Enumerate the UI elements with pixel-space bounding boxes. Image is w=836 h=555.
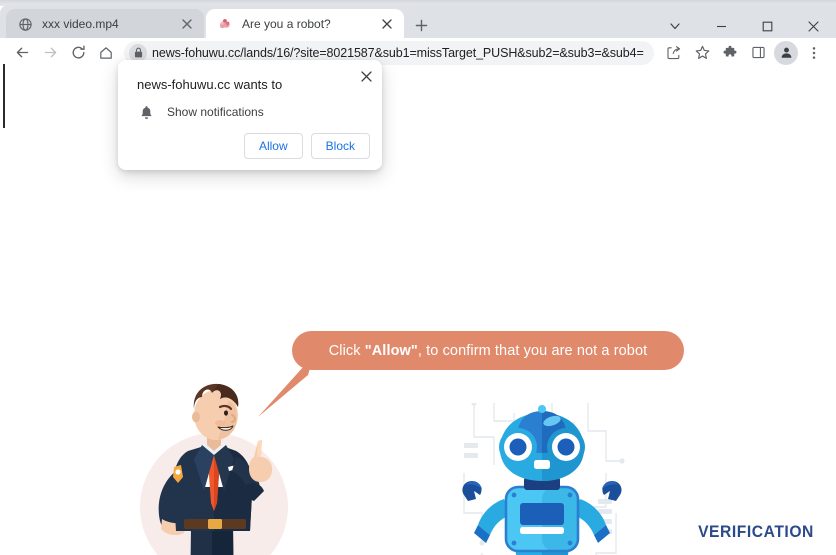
block-button[interactable]: Block	[310, 133, 370, 159]
tab-title: xxx video.mp4	[42, 17, 119, 31]
speech-bubble: Click "Allow", to confirm that you are n…	[292, 331, 684, 370]
tab-close-button[interactable]	[178, 15, 196, 33]
three-dot-menu-icon[interactable]	[800, 39, 828, 67]
background-window-edge	[3, 64, 5, 128]
puzzle-icon[interactable]	[716, 39, 744, 67]
side-panel-icon[interactable]	[744, 39, 772, 67]
forward-button[interactable]	[36, 39, 64, 67]
star-icon[interactable]	[688, 39, 716, 67]
speech-bubble-text: Click "Allow", to confirm that you are n…	[329, 343, 648, 359]
permission-row: Show notifications	[137, 103, 264, 121]
site-favicon	[217, 16, 233, 32]
profile-avatar[interactable]	[774, 40, 798, 65]
verification-wordmark: VERIFICATION	[698, 522, 814, 541]
tab-title: Are you a robot?	[242, 17, 331, 31]
bell-icon	[137, 103, 155, 121]
bubble-text-after: , to confirm that you are not a robot	[417, 342, 648, 359]
reload-button[interactable]	[64, 39, 92, 67]
browser-window: xxx video.mp4 Are you a robot? news-fohu…	[0, 0, 836, 555]
robot-illustration	[456, 400, 631, 555]
notification-permission-dialog: news-fohuwu.cc wants to Show notificatio…	[118, 60, 382, 170]
allow-button[interactable]: Allow	[243, 133, 303, 159]
bubble-text-bold: "Allow"	[364, 342, 418, 359]
share-icon[interactable]	[660, 39, 688, 67]
tab-close-button[interactable]	[378, 15, 396, 33]
bubble-text-before: Click	[328, 342, 365, 359]
close-icon[interactable]	[357, 67, 375, 85]
permission-dialog-title: news-fohuwu.cc wants to	[137, 77, 283, 92]
tab-are-you-a-robot[interactable]: Are you a robot?	[206, 9, 404, 39]
permission-dialog-actions: Allow Block	[243, 133, 370, 159]
home-button[interactable]	[92, 39, 120, 67]
new-tab-button[interactable]	[410, 14, 432, 36]
permission-label: Show notifications	[167, 105, 264, 119]
globe-icon	[17, 16, 33, 32]
tab-xxx-video[interactable]: xxx video.mp4	[6, 9, 204, 39]
url-text: news-fohuwu.cc/lands/16/?site=8021587&su…	[152, 45, 644, 60]
tab-strip: xxx video.mp4 Are you a robot?	[0, 5, 836, 39]
back-button[interactable]	[8, 39, 36, 67]
